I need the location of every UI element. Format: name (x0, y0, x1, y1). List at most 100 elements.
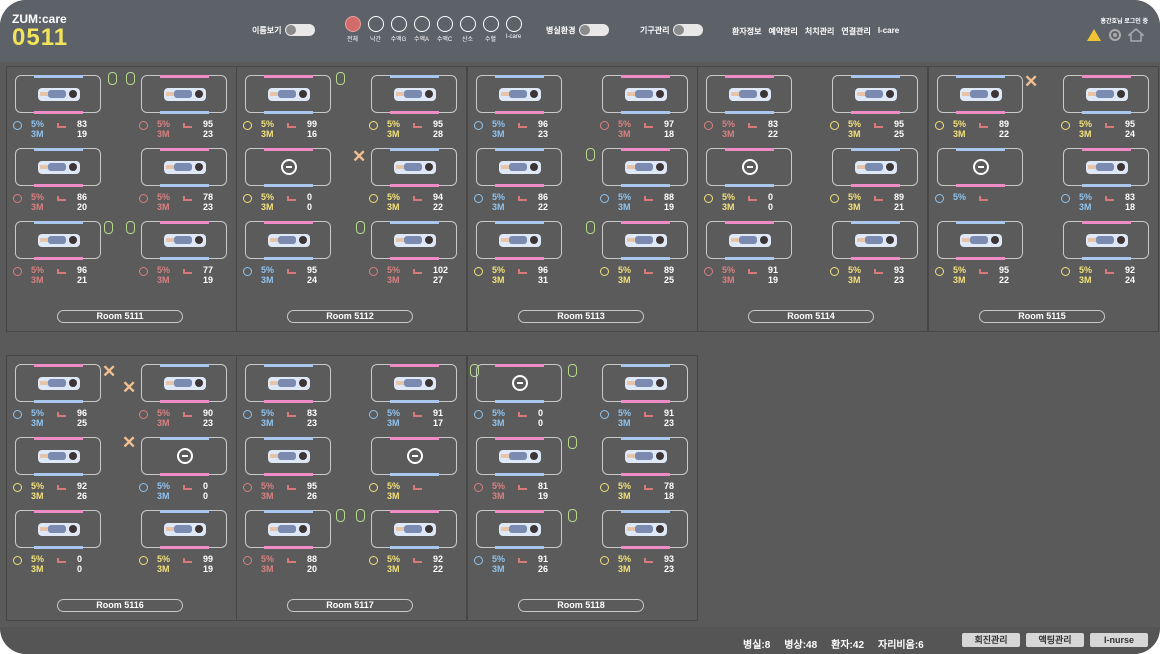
filter-dot[interactable] (482, 16, 499, 32)
device-icon[interactable] (336, 72, 345, 85)
menu-item-4[interactable]: I-care (878, 26, 899, 37)
alert-x-icon[interactable]: ✕ (122, 433, 136, 453)
bed-card[interactable] (141, 437, 227, 476)
inurse-button[interactable]: I-nurse (1090, 633, 1148, 647)
bed-card[interactable] (706, 75, 792, 114)
bed-card[interactable] (937, 221, 1023, 260)
bed-card[interactable] (602, 364, 688, 403)
device-icon[interactable] (356, 221, 365, 234)
filter-dot[interactable] (459, 16, 476, 32)
alert-x-icon[interactable]: ✕ (122, 378, 136, 398)
device-icon[interactable] (586, 148, 595, 161)
filter-dot[interactable] (505, 16, 522, 32)
bed-card[interactable] (832, 148, 918, 187)
room-button[interactable]: Room 5117 (287, 599, 413, 612)
bed-card[interactable] (141, 221, 227, 260)
bed-card[interactable] (706, 148, 792, 187)
filter-4[interactable]: 수액C (435, 16, 454, 43)
filter-dot[interactable] (390, 16, 407, 32)
menu-item-2[interactable]: 처치관리 (805, 26, 834, 37)
bed-card[interactable] (371, 364, 457, 403)
bed-card[interactable] (1063, 221, 1149, 260)
bed-card[interactable] (476, 75, 562, 114)
bed-card[interactable] (371, 510, 457, 549)
bed-card[interactable] (245, 510, 331, 549)
bed-card[interactable] (15, 148, 101, 187)
bed-card[interactable] (245, 364, 331, 403)
warning-icon[interactable] (1086, 28, 1102, 42)
bed-card[interactable] (602, 437, 688, 476)
acting-button[interactable]: 액팅관리 (1026, 633, 1084, 647)
bed-card[interactable] (476, 148, 562, 187)
menu-item-0[interactable]: 환자정보 (732, 26, 761, 37)
room-button[interactable]: Room 5116 (57, 599, 183, 612)
device-icon[interactable] (568, 509, 577, 522)
room-button[interactable]: Room 5112 (287, 310, 413, 323)
bed-card[interactable] (476, 221, 562, 260)
bed-card[interactable] (15, 437, 101, 476)
room-button[interactable]: Room 5115 (979, 310, 1105, 323)
device-icon[interactable] (104, 221, 113, 234)
room-env-toggle[interactable] (579, 24, 610, 36)
bed-card[interactable] (245, 75, 331, 114)
alert-x-icon[interactable]: ✕ (102, 362, 116, 382)
device-mgmt-toggle[interactable] (673, 24, 704, 36)
bed-card[interactable] (1063, 75, 1149, 114)
bed-card[interactable] (371, 148, 457, 187)
bed-card[interactable] (832, 75, 918, 114)
rounds-button[interactable]: 회진관리 (962, 633, 1020, 647)
bed-card[interactable] (937, 148, 1023, 187)
bed-card[interactable] (245, 437, 331, 476)
bed-card[interactable] (476, 437, 562, 476)
bed-card[interactable] (706, 221, 792, 260)
bed-card[interactable] (141, 148, 227, 187)
bed-card[interactable] (602, 148, 688, 187)
bed-card[interactable] (476, 364, 562, 403)
bed-card[interactable] (1063, 148, 1149, 187)
room-button[interactable]: Room 5111 (57, 310, 183, 323)
room-button[interactable]: Room 5118 (518, 599, 644, 612)
device-icon[interactable] (356, 509, 365, 522)
bed-card[interactable] (602, 510, 688, 549)
filter-3[interactable]: 수액A (412, 16, 431, 43)
menu-item-3[interactable]: 연결관리 (841, 26, 870, 37)
filter-dot[interactable] (344, 16, 361, 32)
room-button[interactable]: Room 5113 (518, 310, 644, 323)
filter-dot[interactable] (436, 16, 453, 32)
device-icon[interactable] (126, 72, 135, 85)
bed-card[interactable] (15, 510, 101, 549)
alert-x-icon[interactable]: ✕ (352, 147, 366, 167)
bed-card[interactable] (245, 221, 331, 260)
bed-card[interactable] (245, 148, 331, 187)
menu-item-1[interactable]: 예약관리 (768, 26, 797, 37)
filter-dot[interactable] (413, 16, 430, 32)
bed-card[interactable] (602, 75, 688, 114)
home-icon[interactable] (1128, 27, 1144, 43)
filter-dot[interactable] (367, 16, 384, 32)
filter-2[interactable]: 수액G (389, 16, 408, 43)
alert-x-icon[interactable]: ✕ (1024, 72, 1038, 92)
bed-card[interactable] (15, 221, 101, 260)
filter-6[interactable]: 수혈 (481, 16, 500, 43)
bed-card[interactable] (15, 75, 101, 114)
bed-card[interactable] (602, 221, 688, 260)
device-icon[interactable] (568, 364, 577, 377)
bed-card[interactable] (141, 364, 227, 403)
bed-card[interactable] (832, 221, 918, 260)
filter-1[interactable]: 낙간 (366, 16, 385, 43)
bed-card[interactable] (141, 75, 227, 114)
bed-card[interactable] (476, 510, 562, 549)
filter-5[interactable]: 산소 (458, 16, 477, 43)
bed-card[interactable] (371, 437, 457, 476)
bed-card[interactable] (937, 75, 1023, 114)
filter-7[interactable]: I-care (504, 16, 523, 43)
device-icon[interactable] (586, 221, 595, 234)
device-icon[interactable] (108, 72, 117, 85)
bed-card[interactable] (371, 75, 457, 114)
gear-icon[interactable] (1107, 27, 1123, 43)
room-button[interactable]: Room 5114 (748, 310, 874, 323)
bed-card[interactable] (15, 364, 101, 403)
device-icon[interactable] (336, 509, 345, 522)
device-icon[interactable] (568, 436, 577, 449)
name-toggle[interactable] (285, 24, 316, 36)
